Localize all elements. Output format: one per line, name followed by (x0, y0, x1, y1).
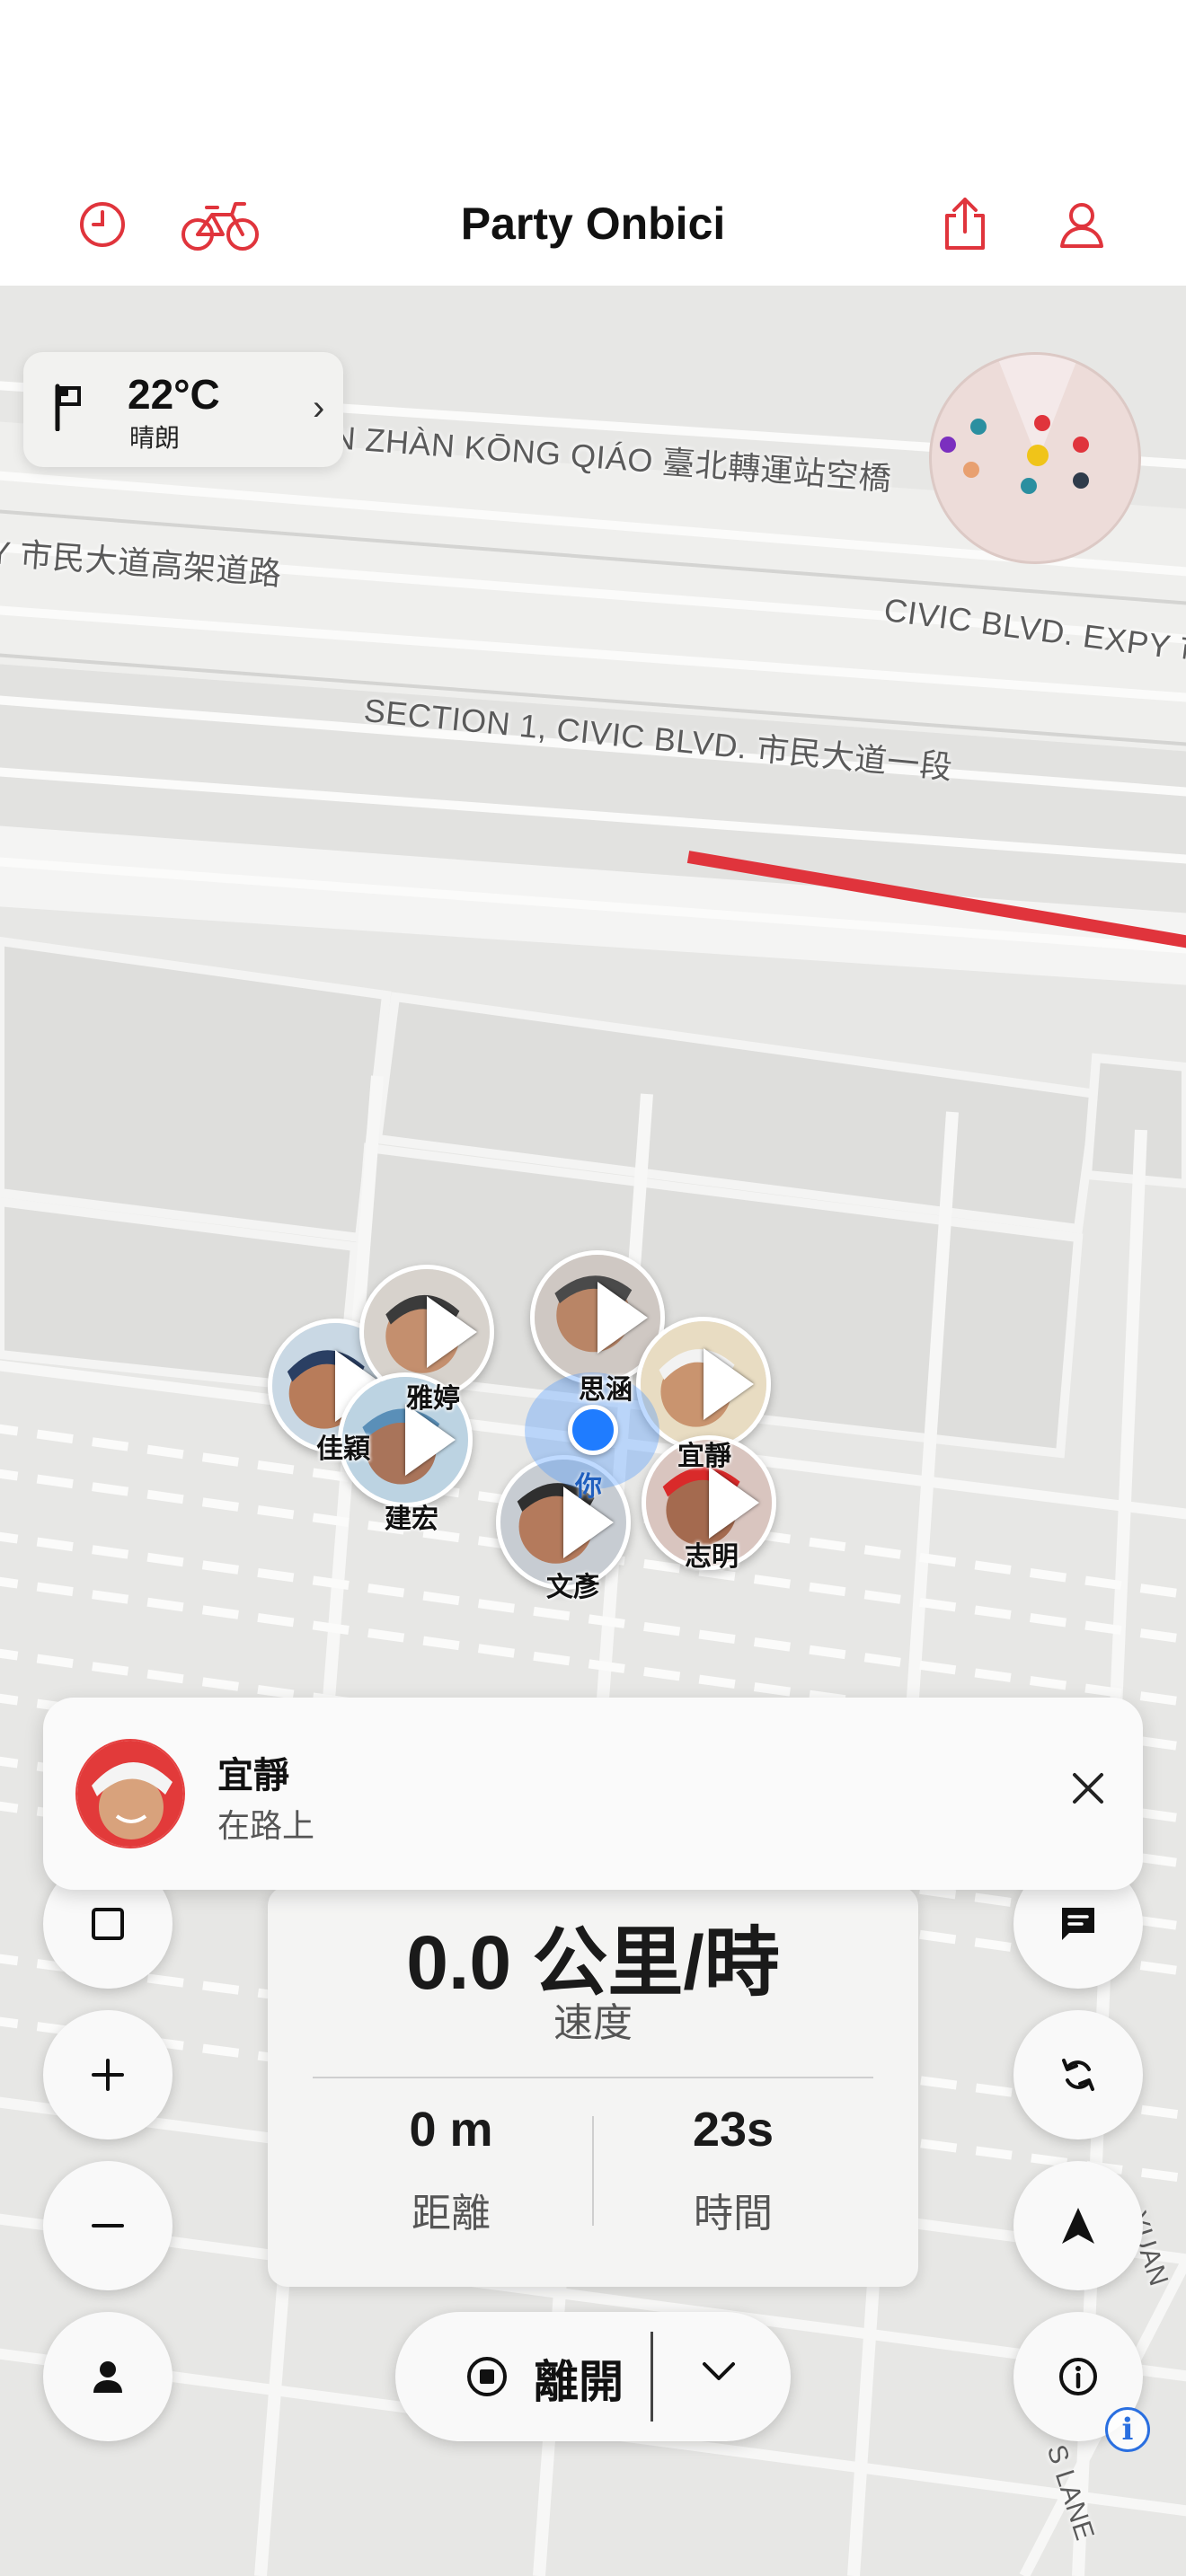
zoom-in-button[interactable] (43, 2010, 173, 2139)
leave-label: 離開 (534, 2357, 624, 2407)
radar-dot (1021, 478, 1037, 494)
divider (651, 2332, 653, 2422)
notification-avatar (75, 1739, 185, 1848)
you-label: 你 (575, 1472, 602, 1502)
chevron-right-icon: › (313, 388, 325, 428)
heading-arrow-icon (427, 1296, 477, 1368)
heading-arrow-icon (709, 1467, 759, 1539)
notification-status: 在路上 (217, 1807, 315, 1844)
radar-dot (1027, 445, 1049, 466)
heading-arrow-icon (704, 1348, 754, 1420)
recenter-navigation-button[interactable] (1013, 2161, 1143, 2290)
current-location-dot[interactable] (568, 1405, 618, 1455)
rider-name: 思涵 (579, 1375, 633, 1405)
zoom-out-button[interactable] (43, 2161, 173, 2290)
notification-rider-name: 宜靜 (217, 1756, 289, 1795)
rider-name: 文彥 (546, 1573, 600, 1602)
chat-icon (1062, 1908, 1094, 1940)
weather-condition: 晴朗 (129, 424, 181, 452)
radar-dot (940, 437, 956, 453)
temperature: 22°C (128, 371, 220, 418)
radar-sweep (940, 355, 1089, 494)
share-icon[interactable] (936, 196, 994, 253)
time-label: 時間 (694, 2192, 773, 2236)
plus-icon (92, 2059, 124, 2091)
rider-name: 志明 (685, 1542, 739, 1572)
radar-dot (963, 462, 979, 478)
radar-dot (1073, 437, 1089, 453)
person-icon (93, 2361, 122, 2393)
distance-label: 距離 (412, 2192, 491, 2236)
rider-name: 宜靜 (677, 1442, 731, 1471)
map-attribution-icon[interactable]: i (1105, 2407, 1150, 2452)
info-icon (1059, 2358, 1097, 2395)
divider (313, 2077, 873, 2078)
rider-name: 建宏 (385, 1504, 438, 1534)
profile-icon[interactable] (1053, 196, 1111, 253)
refresh-button[interactable] (1013, 2010, 1143, 2139)
radar-dot (1034, 415, 1050, 431)
ride-stats-card: 0.0 公里/時 速度 0 m 距離 23s 時間 (268, 1886, 918, 2287)
navigation-arrow-icon (1062, 2208, 1094, 2244)
divider (592, 2116, 594, 2226)
refresh-icon (1062, 2059, 1094, 2091)
radar-dot (970, 419, 987, 435)
rider-name: 雅婷 (406, 1384, 460, 1414)
rider-radar[interactable] (929, 352, 1141, 564)
minus-icon (92, 2224, 124, 2228)
rider-name: 佳穎 (316, 1434, 370, 1464)
time-value: 23s (692, 2103, 774, 2157)
weather-card[interactable]: 22°C 晴朗 › (23, 352, 343, 467)
chevron-down-icon[interactable] (699, 2359, 739, 2390)
flag-icon (52, 383, 84, 436)
rider-status-notification[interactable]: 宜靜 在路上 (43, 1698, 1143, 1890)
distance-value: 0 m (409, 2103, 493, 2157)
members-button[interactable] (43, 2312, 173, 2441)
square-icon (92, 1908, 124, 1940)
radar-dot (1073, 472, 1089, 489)
leave-ride-button[interactable]: 離開 (395, 2312, 791, 2441)
close-icon[interactable] (1058, 1759, 1118, 1818)
page-title: Party Onbici (460, 198, 726, 249)
speed-label: 速度 (553, 2001, 633, 2045)
app-header: Party Onbici (0, 0, 1186, 286)
stop-icon (465, 2355, 509, 2403)
